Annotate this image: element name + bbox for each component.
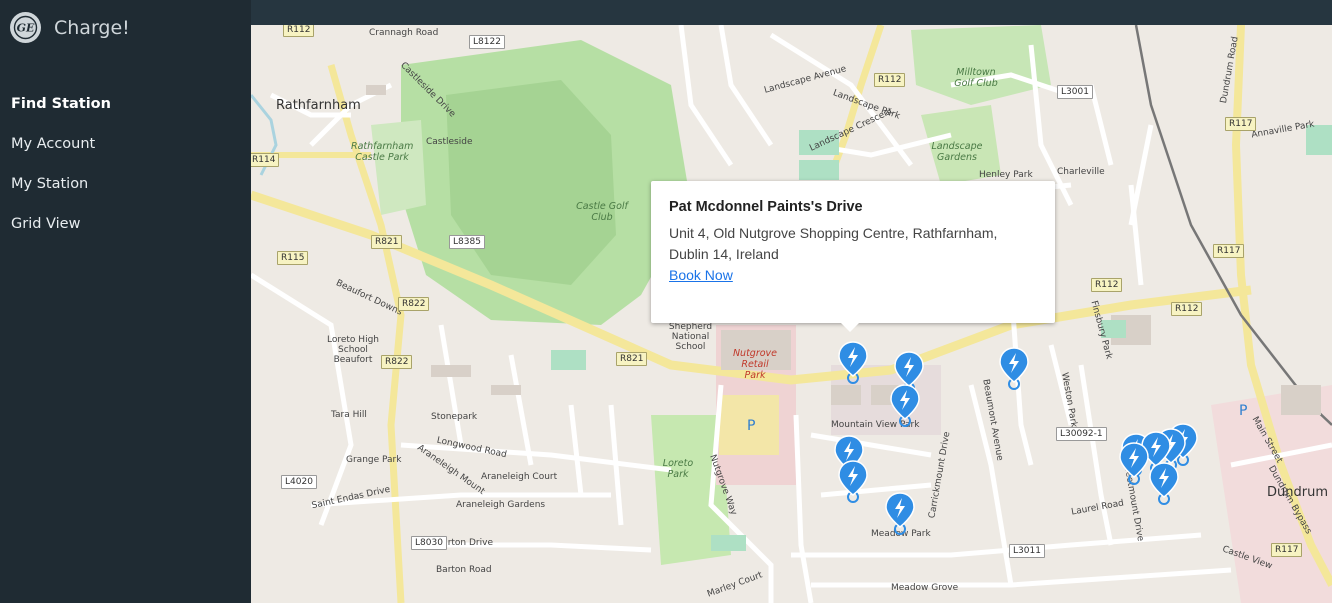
road-shield: R115: [277, 251, 309, 265]
map-label-rathfarnham: Rathfarnham: [276, 98, 361, 113]
charging-station-marker[interactable]: [890, 383, 920, 427]
road-shield: R112: [1171, 302, 1203, 316]
nav-item-grid-view[interactable]: Grid View: [11, 214, 111, 254]
road-shield: R821: [371, 235, 403, 249]
map-label-shepherd-school: Shepherd National School: [668, 322, 713, 352]
road-shield: L30092-1: [1056, 427, 1107, 441]
road-shield: R821: [616, 352, 648, 366]
station-title: Pat Mcdonnel Paints's Drive: [669, 199, 863, 215]
charging-station-marker[interactable]: [838, 459, 868, 503]
map-label-loreto-park: Loreto Park: [662, 458, 694, 480]
map-label-milltown-golf: Milltown Golf Club: [954, 67, 998, 89]
road-shield: L8030: [411, 536, 447, 550]
road-shield: R112: [283, 25, 315, 37]
app-title: Charge!: [54, 16, 130, 39]
road-shield: R117: [1225, 117, 1257, 131]
street-label: Crannagh Road: [369, 28, 439, 38]
map-label-charleville: Charleville: [1057, 167, 1105, 177]
road-shield: L8122: [469, 35, 505, 49]
map-label-loreto-beaufort: Loreto High School Beaufort: [327, 335, 379, 365]
charging-station-marker[interactable]: [885, 491, 915, 535]
nav-item-my-account[interactable]: My Account: [11, 134, 111, 174]
map-label-nutgrove-retail: Nutgrove Retail Park: [732, 348, 778, 381]
charging-station-marker[interactable]: [999, 346, 1029, 390]
sidebar: GE Charge! Find Station My Account My St…: [0, 0, 251, 603]
station-info-popup: Pat Mcdonnel Paints's Drive Unit 4, Old …: [651, 181, 1055, 332]
street-label: Grange Park: [346, 455, 402, 465]
lightning-icon: [838, 460, 868, 503]
road-shield: R117: [1213, 244, 1245, 258]
svg-text:P: P: [1239, 403, 1247, 419]
road-shield: R112: [1091, 278, 1123, 292]
road-shield: L8385: [449, 235, 485, 249]
street-label: Araneleigh Court: [481, 472, 558, 482]
road-shield: L4020: [281, 475, 317, 489]
nav-item-my-station[interactable]: My Station: [11, 174, 111, 214]
lightning-icon: [838, 341, 868, 384]
brand[interactable]: GE Charge!: [10, 12, 130, 43]
lightning-icon: [885, 492, 915, 535]
top-bar: [251, 0, 1332, 25]
lightning-icon: [890, 384, 920, 427]
lightning-icon: [1149, 462, 1179, 505]
street-label: Barton Road: [436, 565, 492, 575]
map-label-stonepark: Stonepark: [431, 412, 478, 422]
charging-station-marker[interactable]: [1149, 461, 1179, 505]
road-shield: R117: [1271, 543, 1303, 557]
lightning-icon: [999, 347, 1029, 390]
road-shield: R114: [251, 153, 280, 167]
road-shield: R822: [398, 297, 430, 311]
svg-text:GE: GE: [17, 22, 35, 35]
sidebar-nav: Find Station My Account My Station Grid …: [11, 94, 111, 254]
street-label: Henley Park: [979, 170, 1033, 180]
map-label-tara-hill: Tara Hill: [331, 410, 367, 420]
nav-item-find-station[interactable]: Find Station: [11, 94, 111, 134]
ge-logo-icon: GE: [10, 12, 41, 43]
lightning-icon: [1119, 442, 1149, 485]
map-label-landscape-gardens: Landscape Gardens: [931, 141, 983, 163]
map-label-rathfarnham-castle: Rathfarnham Castle Park: [351, 141, 414, 163]
road-shield: R112: [874, 73, 906, 87]
charging-station-marker[interactable]: [1119, 441, 1149, 485]
road-shield: L3001: [1057, 85, 1093, 99]
map-label-castle-golf: Castle Golf Club: [576, 201, 628, 223]
svg-text:P: P: [747, 418, 755, 434]
street-label: Meadow Grove: [891, 583, 959, 593]
charging-station-marker[interactable]: [838, 340, 868, 384]
road-shield: L3011: [1009, 544, 1045, 558]
book-now-link[interactable]: Book Now: [669, 265, 733, 286]
street-label: Araneleigh Gardens: [456, 500, 546, 510]
station-address: Unit 4, Old Nutgrove Shopping Centre, Ra…: [669, 225, 998, 262]
road-shield: R822: [381, 355, 413, 369]
map-label-castleside: Castleside: [426, 137, 473, 147]
